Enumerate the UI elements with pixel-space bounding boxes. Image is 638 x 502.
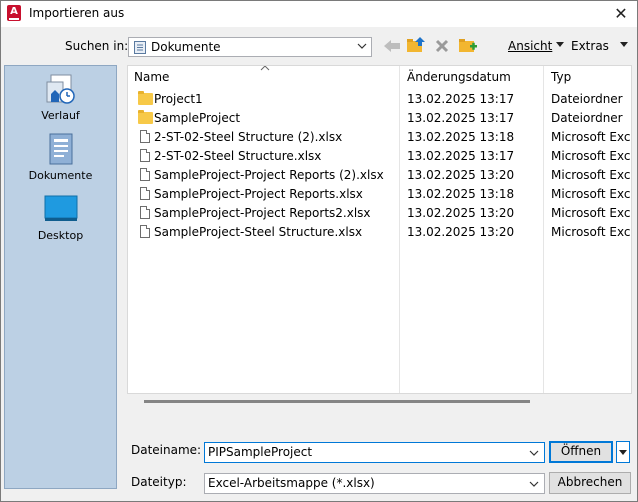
file-date: 13.02.2025 13:20: [407, 206, 515, 220]
file-type: Dateiordner: [551, 92, 623, 106]
view-dropdown-icon[interactable]: [556, 42, 564, 48]
file-row[interactable]: SampleProject 13.02.2025 13:17 Dateiordner: [128, 109, 631, 128]
file-name: SampleProject: [154, 111, 241, 125]
file-date: 13.02.2025 13:17: [407, 111, 515, 125]
delete-icon[interactable]: [434, 38, 450, 54]
place-history-label: Verlauf: [41, 109, 80, 122]
chevron-down-icon: [529, 481, 539, 487]
filetype-value: Excel-Arbeitsmappe (*.xlsx): [208, 476, 375, 490]
filename-value: PIPSampleProject: [208, 445, 313, 459]
file-name: 2-ST-02-Steel Structure (2).xlsx: [154, 130, 343, 144]
places-bar: Verlauf Dokumente Desktop: [4, 65, 117, 489]
place-desktop-label: Desktop: [37, 229, 84, 242]
history-icon: [46, 74, 75, 104]
tools-menu-button[interactable]: Extras: [571, 39, 609, 53]
file-date: 13.02.2025 13:18: [407, 130, 515, 144]
look-in-label: Suchen in:: [65, 39, 129, 53]
place-desktop[interactable]: Desktop: [5, 192, 116, 242]
column-header-type[interactable]: Typ: [551, 70, 571, 84]
file-row[interactable]: SampleProject-Project Reports.xlsx 13.02.…: [128, 185, 631, 204]
file-name: 2-ST-02-Steel Structure.xlsx: [154, 149, 322, 163]
file-row[interactable]: 2-ST-02-Steel Structure (2).xlsx 13.02.20…: [128, 128, 631, 147]
file-type: Microsoft Excel-: [551, 187, 631, 201]
file-name: SampleProject-Steel Structure.xlsx: [154, 225, 363, 239]
filetype-label: Dateityp:: [131, 475, 187, 489]
place-history[interactable]: Verlauf: [5, 72, 116, 122]
new-folder-icon[interactable]: [458, 36, 478, 54]
column-header-name[interactable]: Name: [134, 70, 169, 84]
file-type: Microsoft Excel-: [551, 168, 631, 182]
file-type: Microsoft Excel-: [551, 225, 631, 239]
look-in-value: Dokumente: [151, 40, 221, 54]
filetype-select[interactable]: Excel-Arbeitsmappe (*.xlsx): [204, 473, 545, 494]
file-name: SampleProject-Project Reports.xlsx: [154, 187, 363, 201]
tools-dropdown-icon[interactable]: [620, 42, 628, 48]
view-menu-button[interactable]: Ansicht: [508, 39, 552, 53]
column-header-date[interactable]: Änderungsdatum: [407, 70, 511, 84]
file-icon: [138, 225, 150, 238]
file-type: Microsoft Excel-: [551, 149, 631, 163]
close-button[interactable]: ✕: [609, 3, 633, 25]
filename-label: Dateiname:: [131, 443, 202, 457]
file-icon: [138, 130, 150, 143]
up-folder-icon[interactable]: [406, 36, 426, 54]
file-type: Dateiordner: [551, 111, 623, 125]
open-button[interactable]: Öffnen: [549, 441, 613, 463]
file-list[interactable]: Name Änderungsdatum Typ Project1 13.02.20…: [127, 65, 632, 394]
file-row[interactable]: Project1 13.02.2025 13:17 Dateiordner: [128, 90, 631, 109]
file-date: 13.02.2025 13:17: [407, 92, 515, 106]
file-row[interactable]: SampleProject-Project Reports2.xlsx 13.02…: [128, 204, 631, 223]
file-date: 13.02.2025 13:18: [407, 187, 515, 201]
cancel-button[interactable]: Abbrechen: [549, 472, 631, 494]
file-row[interactable]: 2-ST-02-Steel Structure.xlsx 13.02.2025 1…: [128, 147, 631, 166]
import-dialog: A Importieren aus ✕ Suchen in: Dokumente…: [0, 0, 638, 502]
file-icon: [138, 168, 150, 181]
file-icon: [138, 187, 150, 200]
file-type: Microsoft Excel-: [551, 130, 631, 144]
title-bar: A Importieren aus ✕: [1, 1, 637, 27]
chevron-down-icon: [357, 43, 367, 49]
documents-icon: [49, 133, 72, 165]
file-name: SampleProject-Project Reports2.xlsx: [154, 206, 371, 220]
caret-down-icon: [619, 450, 627, 455]
place-documents[interactable]: Dokumente: [5, 132, 116, 182]
file-type: Microsoft Excel-: [551, 206, 631, 220]
place-documents-label: Dokumente: [28, 169, 93, 182]
look-in-combo[interactable]: Dokumente: [128, 37, 372, 57]
folder-icon: [138, 110, 153, 124]
sort-up-icon: [260, 66, 270, 71]
file-date: 13.02.2025 13:17: [407, 149, 515, 163]
file-name: Project1: [154, 92, 203, 106]
chevron-down-icon[interactable]: [529, 448, 539, 458]
horizontal-scrollbar[interactable]: [144, 400, 530, 403]
window-title: Importieren aus: [29, 6, 125, 20]
file-row[interactable]: SampleProject-Project Reports (2).xlsx 13…: [128, 166, 631, 185]
file-name: SampleProject-Project Reports (2).xlsx: [154, 168, 384, 182]
documents-small-icon: [134, 41, 146, 54]
app-logo-icon: A: [7, 5, 21, 21]
file-icon: [138, 206, 150, 219]
file-icon: [138, 149, 150, 162]
file-date: 13.02.2025 13:20: [407, 225, 515, 239]
back-arrow-icon[interactable]: [382, 38, 402, 54]
open-dropdown-button[interactable]: [616, 441, 630, 463]
desktop-icon: [44, 195, 77, 221]
file-row[interactable]: SampleProject-Steel Structure.xlsx 13.02.…: [128, 223, 631, 242]
folder-icon: [138, 91, 153, 105]
filename-input[interactable]: PIPSampleProject: [204, 442, 545, 463]
file-date: 13.02.2025 13:20: [407, 168, 515, 182]
